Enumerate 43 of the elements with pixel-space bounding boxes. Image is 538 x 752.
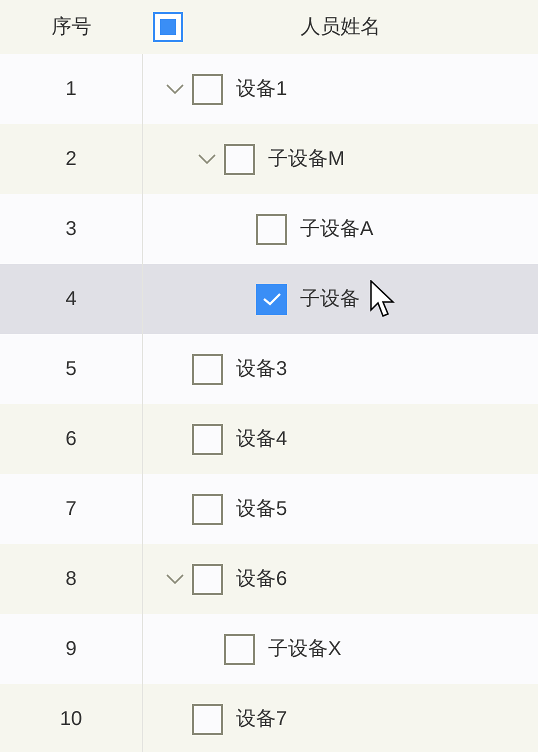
device-name: 设备1 <box>236 77 288 102</box>
row-number: 9 <box>65 637 77 662</box>
row-number: 4 <box>65 287 77 312</box>
checkbox[interactable] <box>192 704 223 734</box>
checkbox[interactable] <box>153 12 183 42</box>
row-number: 6 <box>65 427 77 452</box>
checkbox[interactable] <box>224 144 255 174</box>
device-name: 子设备A <box>300 217 374 242</box>
row-number: 8 <box>65 567 77 592</box>
checkbox[interactable] <box>224 634 255 664</box>
column-header: 序号 <box>52 15 92 40</box>
chevron-icon[interactable] <box>198 154 216 164</box>
check-icon <box>262 291 282 307</box>
row-number: 2 <box>65 147 77 172</box>
cursor-icon <box>370 280 396 318</box>
checkbox[interactable] <box>256 214 287 244</box>
row-number: 3 <box>65 217 77 242</box>
table-row[interactable]: 10 设备7 <box>0 684 538 752</box>
device-name: 子设备M <box>268 147 345 172</box>
device-name: 设备6 <box>236 567 288 592</box>
row-number: 7 <box>65 497 77 522</box>
checkbox[interactable] <box>192 74 223 104</box>
row-number: 5 <box>65 357 77 382</box>
checkbox[interactable] <box>192 564 223 594</box>
chevron-icon[interactable] <box>166 84 184 94</box>
column-header: 人员姓名 <box>300 15 380 40</box>
device-name: 子设备X <box>268 637 342 662</box>
checkbox[interactable] <box>256 284 287 314</box>
row-number: 1 <box>65 77 77 102</box>
device-name: 设备3 <box>236 357 288 382</box>
row-number: 10 <box>60 707 82 732</box>
device-name: 设备5 <box>236 497 288 522</box>
table-row[interactable]: 4 子设备 <box>0 264 538 334</box>
device-name: 子设备 <box>300 287 360 312</box>
device-name: 设备4 <box>236 427 288 452</box>
checkbox[interactable] <box>192 494 223 524</box>
checkbox[interactable] <box>192 354 223 384</box>
chevron-icon[interactable] <box>166 574 184 584</box>
table-row[interactable]: 2 子设备M <box>0 124 538 194</box>
device-name: 设备7 <box>236 707 288 732</box>
checkbox[interactable] <box>192 424 223 454</box>
table-row[interactable]: 6 设备4 <box>0 404 538 474</box>
table-row[interactable]: 8 设备6 <box>0 544 538 614</box>
